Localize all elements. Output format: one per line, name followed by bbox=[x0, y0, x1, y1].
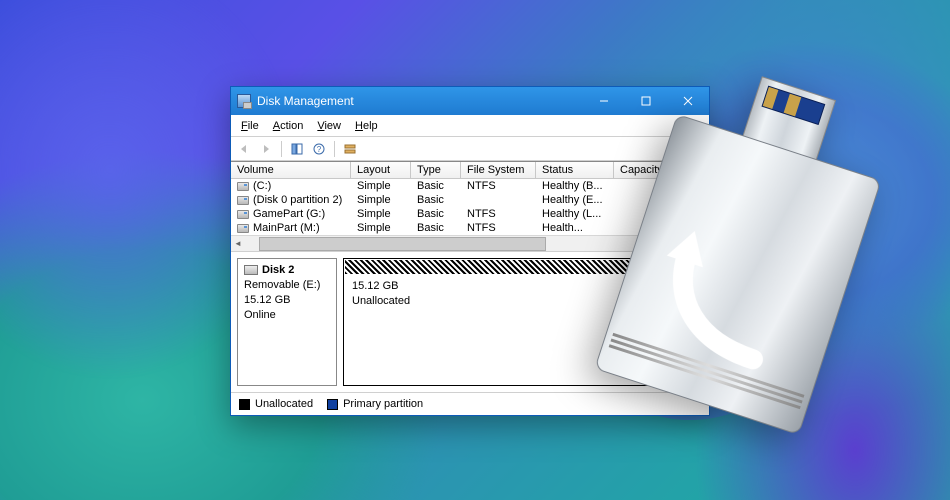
volume-row[interactable]: GamePart (G:) Simple Basic NTFS Healthy … bbox=[231, 207, 709, 221]
volume-cell: NTFS bbox=[461, 221, 536, 235]
volume-cell: Basic bbox=[411, 179, 461, 193]
volume-cell: NTFS bbox=[461, 207, 536, 221]
maximize-button[interactable] bbox=[625, 87, 667, 115]
drive-icon bbox=[237, 196, 249, 205]
drive-icon bbox=[237, 182, 249, 191]
legend-label: Unallocated bbox=[255, 398, 313, 410]
volume-cell: NTFS bbox=[461, 179, 536, 193]
drive-icon bbox=[237, 210, 249, 219]
svg-text:?: ? bbox=[317, 145, 322, 154]
col-type[interactable]: Type bbox=[411, 162, 461, 179]
volume-row[interactable]: (Disk 0 partition 2) Simple Basic Health… bbox=[231, 193, 709, 207]
menubar: File Action View Help bbox=[231, 115, 709, 137]
disk-label: Removable (E:) bbox=[244, 278, 330, 293]
col-status[interactable]: Status bbox=[536, 162, 614, 179]
col-layout[interactable]: Layout bbox=[351, 162, 411, 179]
col-volume[interactable]: Volume bbox=[231, 162, 351, 179]
volume-cell: Simple bbox=[351, 207, 411, 221]
volume-list-header: Volume Layout Type File System Status Ca… bbox=[231, 162, 709, 179]
disk-title: Disk 2 bbox=[262, 263, 294, 278]
toolbar: ? bbox=[231, 137, 709, 161]
scroll-left-icon[interactable]: ◄ bbox=[231, 237, 245, 251]
volume-cell: Healthy (L... bbox=[536, 207, 614, 221]
volume-cell bbox=[461, 193, 536, 207]
volume-cell: Simple bbox=[351, 193, 411, 207]
volume-cell: Basic bbox=[411, 207, 461, 221]
titlebar[interactable]: Disk Management bbox=[231, 87, 709, 115]
volume-cell: Basic bbox=[411, 221, 461, 235]
app-icon bbox=[237, 94, 251, 108]
disk-icon bbox=[244, 265, 258, 275]
volume-cell: Healthy (E... bbox=[536, 193, 614, 207]
volume-cell: Healthy (B... bbox=[536, 179, 614, 193]
volume-cell: MainPart (M:) bbox=[253, 222, 320, 234]
volume-cell: (C:) bbox=[253, 180, 271, 192]
col-filesystem[interactable]: File System bbox=[461, 162, 536, 179]
legend-label: Primary partition bbox=[343, 398, 423, 410]
disk-size: 15.12 GB bbox=[244, 293, 330, 308]
legend-swatch-unallocated bbox=[239, 399, 250, 410]
legend: Unallocated Primary partition bbox=[231, 393, 709, 415]
disk-state: Online bbox=[244, 308, 330, 323]
volume-cell: Simple bbox=[351, 221, 411, 235]
volume-cell: (Disk 0 partition 2) bbox=[253, 194, 342, 206]
volume-row[interactable]: (C:) Simple Basic NTFS Healthy (B... bbox=[231, 179, 709, 193]
forward-button[interactable] bbox=[257, 140, 275, 158]
drive-icon bbox=[237, 224, 249, 233]
back-button[interactable] bbox=[235, 140, 253, 158]
window-title: Disk Management bbox=[257, 94, 354, 108]
help-button[interactable]: ? bbox=[310, 140, 328, 158]
disk-info-panel[interactable]: Disk 2 Removable (E:) 15.12 GB Online bbox=[237, 258, 337, 386]
volume-cell: GamePart (G:) bbox=[253, 208, 325, 220]
show-hide-tree-button[interactable] bbox=[288, 140, 306, 158]
volume-cell: Health... bbox=[536, 221, 614, 235]
minimize-button[interactable] bbox=[583, 87, 625, 115]
volume-cell: Simple bbox=[351, 179, 411, 193]
legend-swatch-primary bbox=[327, 399, 338, 410]
menu-action[interactable]: Action bbox=[267, 118, 310, 134]
volume-cell: Basic bbox=[411, 193, 461, 207]
menu-file[interactable]: File bbox=[235, 118, 265, 134]
scroll-thumb[interactable] bbox=[259, 237, 546, 251]
refresh-button[interactable] bbox=[341, 140, 359, 158]
menu-help[interactable]: Help bbox=[349, 118, 384, 134]
menu-view[interactable]: View bbox=[311, 118, 347, 134]
